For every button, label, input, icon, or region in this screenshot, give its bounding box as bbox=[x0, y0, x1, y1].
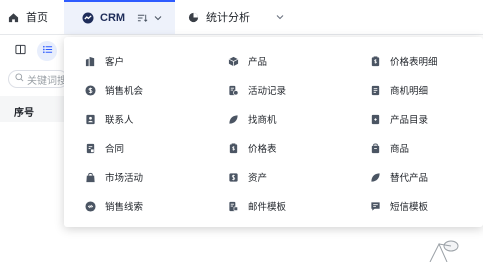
menu-item-label: 替代产品 bbox=[390, 173, 429, 184]
top-nav-bar: 首页 CRM 统计分析 bbox=[0, 0, 483, 35]
pie-chart-icon bbox=[188, 12, 199, 23]
table-header-row bbox=[0, 96, 70, 122]
columns-icon bbox=[14, 42, 26, 60]
menu-item-label: 销售机会 bbox=[105, 86, 144, 97]
price-tag-doc-icon bbox=[229, 142, 238, 153]
menu-item-goods[interactable]: 商品 bbox=[370, 140, 409, 156]
column-header-index: 序号 bbox=[14, 108, 34, 119]
menu-item-assets[interactable]: 资产 bbox=[228, 169, 267, 185]
contact-card-icon bbox=[86, 114, 95, 124]
home-icon bbox=[8, 12, 19, 23]
menu-item-marketing-activity[interactable]: 市场活动 bbox=[85, 169, 143, 185]
decorative-illustration bbox=[425, 232, 473, 263]
link-circle-icon bbox=[85, 200, 96, 212]
menu-item-opportunity-detail[interactable]: 商机明细 bbox=[370, 82, 428, 98]
menu-item-label: 商机明细 bbox=[390, 86, 429, 97]
search-input[interactable]: 关键词搜 bbox=[8, 70, 68, 88]
menu-item-product[interactable]: 产品 bbox=[228, 53, 267, 69]
menu-item-label: 短信模板 bbox=[390, 202, 429, 213]
shopping-bag-icon bbox=[86, 172, 95, 182]
menu-item-contract[interactable]: 合同 bbox=[85, 140, 124, 156]
menu-item-customer[interactable]: 客户 bbox=[85, 53, 124, 69]
crm-dropdown-menu: 客户 销售机会 联系人 合同 市场活动 销售线索 产品 活动记录 找商机 价格表… bbox=[64, 37, 483, 227]
menu-item-label: 市场活动 bbox=[105, 173, 144, 184]
menu-item-contacts[interactable]: 联系人 bbox=[85, 111, 134, 127]
leaf-icon bbox=[229, 114, 238, 124]
menu-item-label: 邮件模板 bbox=[248, 202, 287, 213]
menu-item-sales-opportunity[interactable]: 销售机会 bbox=[85, 82, 143, 98]
substitute-leaf-icon bbox=[371, 172, 380, 182]
chevron-down-icon[interactable] bbox=[276, 12, 284, 22]
menu-item-sales-leads[interactable]: 销售线索 bbox=[85, 198, 143, 214]
price-detail-icon bbox=[371, 55, 380, 66]
tab-home-label: 首页 bbox=[26, 12, 48, 24]
chevron-down-icon[interactable] bbox=[154, 13, 162, 23]
building-icon bbox=[85, 56, 95, 66]
sms-template-icon bbox=[371, 201, 380, 211]
mail-template-icon bbox=[229, 201, 238, 211]
menu-item-price-list-detail[interactable]: 价格表明细 bbox=[370, 53, 438, 69]
filter-sort-icon[interactable] bbox=[137, 13, 148, 23]
tab-crm-label: CRM bbox=[100, 12, 126, 24]
menu-item-label: 商品 bbox=[390, 144, 410, 155]
menu-item-label: 销售线索 bbox=[105, 202, 144, 213]
search-placeholder: 关键词搜 bbox=[27, 75, 67, 87]
contract-icon bbox=[86, 143, 95, 153]
activity-record-icon bbox=[229, 85, 239, 95]
catalog-icon bbox=[371, 114, 380, 124]
menu-item-label: 联系人 bbox=[105, 115, 134, 126]
list-icon bbox=[42, 42, 53, 60]
asset-dollar-icon bbox=[229, 172, 238, 182]
dollar-circle-icon bbox=[85, 84, 96, 96]
opportunity-detail-icon bbox=[371, 85, 380, 95]
menu-item-label: 合同 bbox=[105, 144, 125, 155]
goods-icon bbox=[371, 143, 380, 153]
menu-item-sms-template[interactable]: 短信模板 bbox=[370, 198, 428, 214]
menu-item-substitute-product[interactable]: 替代产品 bbox=[370, 169, 428, 185]
columns-toggle-button[interactable] bbox=[10, 41, 30, 61]
menu-item-label: 客户 bbox=[105, 57, 125, 68]
tab-crm[interactable]: CRM bbox=[64, 0, 175, 34]
menu-item-mail-template[interactable]: 邮件模板 bbox=[228, 198, 286, 214]
search-icon bbox=[15, 73, 24, 85]
cube-icon bbox=[228, 56, 239, 66]
menu-item-price-list[interactable]: 价格表 bbox=[228, 140, 277, 156]
menu-item-label: 产品 bbox=[248, 57, 268, 68]
menu-item-label: 价格表 bbox=[248, 144, 277, 155]
tab-home[interactable]: 首页 bbox=[8, 0, 48, 34]
menu-item-label: 价格表明细 bbox=[390, 57, 438, 68]
menu-item-product-catalog[interactable]: 产品目录 bbox=[370, 111, 428, 127]
menu-item-activity-record[interactable]: 活动记录 bbox=[228, 82, 286, 98]
crm-logo-icon bbox=[82, 12, 94, 24]
menu-item-label: 产品目录 bbox=[390, 115, 429, 126]
menu-item-label: 活动记录 bbox=[248, 86, 287, 97]
menu-item-label: 资产 bbox=[248, 173, 268, 184]
menu-item-find-opportunity[interactable]: 找商机 bbox=[228, 111, 277, 127]
menu-item-label: 找商机 bbox=[248, 115, 277, 126]
list-view-button[interactable] bbox=[37, 41, 57, 61]
tab-statistics[interactable]: 统计分析 bbox=[188, 0, 284, 34]
tab-statistics-label: 统计分析 bbox=[206, 12, 250, 24]
